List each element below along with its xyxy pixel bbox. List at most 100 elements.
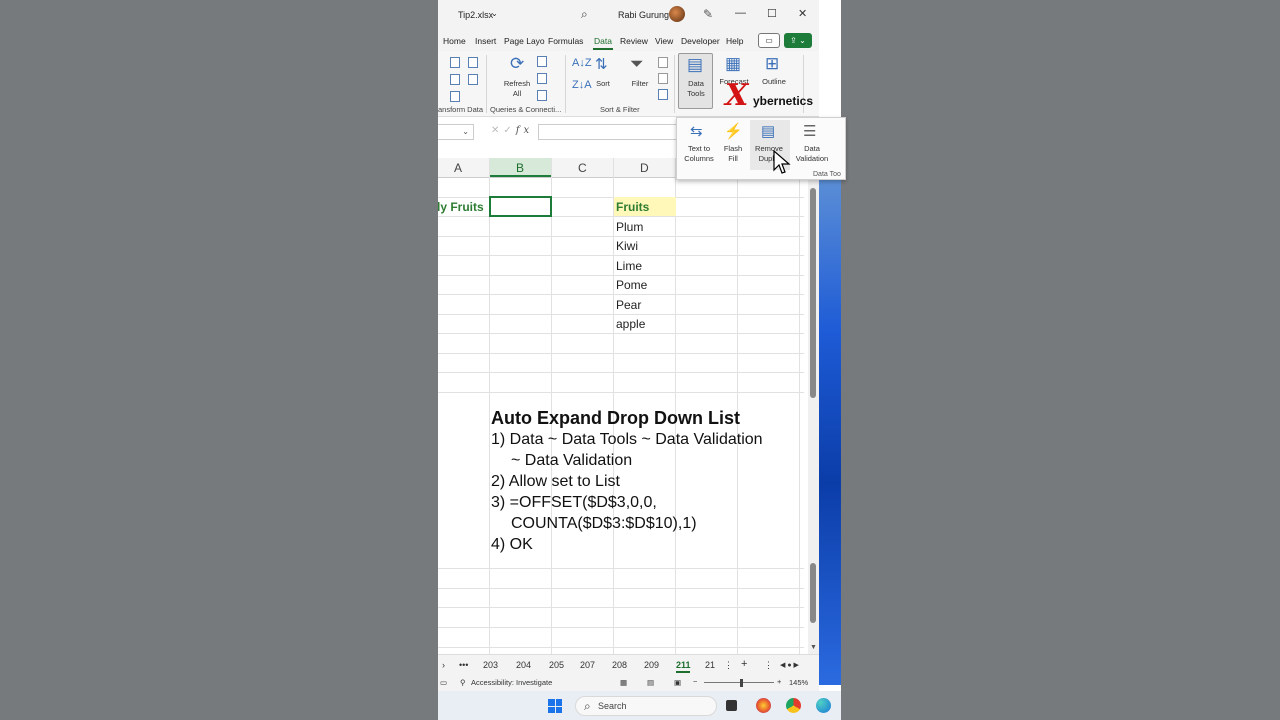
vertical-scrollbar[interactable]: ▼ [808,158,819,656]
minimize-icon[interactable]: — [735,7,746,19]
macro-icon[interactable]: ▭ [440,678,447,687]
flash-fill-icon[interactable]: ⚡ [724,122,743,140]
sheet-tab[interactable]: 203 [483,660,498,670]
flash-fill-button[interactable]: Flash Fill [720,144,746,164]
cell-d7[interactable]: Pear [616,298,641,312]
sheet-tab[interactable]: 209 [644,660,659,670]
existing-connections-icon[interactable] [450,91,460,102]
share-button[interactable]: ⇪ ⌄ [784,33,812,48]
recent-sources-icon[interactable] [468,74,478,85]
more-sheets-icon[interactable]: ••• [459,660,468,670]
filter-button[interactable]: Filter [627,79,653,89]
tab-review[interactable]: Review [620,36,648,46]
tab-home[interactable]: Home [443,36,466,46]
queries-icon[interactable] [537,56,547,67]
comments-button[interactable]: ▭ [758,33,780,48]
scrollbar-thumb-lower[interactable] [810,563,816,623]
name-box[interactable]: ⌄ [438,124,474,140]
sort-button[interactable]: Sort [591,79,615,89]
accessibility-status[interactable]: Accessibility: Investigate [471,678,552,687]
sheet-tab-active[interactable]: 211 [676,660,691,670]
reapply-icon[interactable] [658,73,668,84]
column-header-c[interactable]: C [578,161,587,175]
tab-insert[interactable]: Insert [475,36,496,46]
chevron-right-icon[interactable]: › [442,660,445,670]
data-validation-button[interactable]: Data Validation [790,144,834,164]
cell-a2[interactable]: ly Fruits [438,200,484,214]
normal-view-icon[interactable]: ▦ [620,678,627,687]
cell-d8[interactable]: apple [616,317,645,331]
text-to-columns-button[interactable]: Text to Columns [681,144,717,164]
file-name[interactable]: Tip2.xlsx [458,10,493,20]
tab-view[interactable]: View [655,36,673,46]
sort-za-icon[interactable]: Z↓A [572,79,592,91]
page-break-view-icon[interactable]: ▣ [674,678,681,687]
outline-icon[interactable]: ⊞ [765,54,779,74]
clear-filter-icon[interactable] [658,57,668,68]
edit-links-icon[interactable] [537,90,547,101]
zoom-in-icon[interactable]: + [777,677,781,686]
sheet-nav-icon[interactable]: ◀ ● ▶ [780,661,799,669]
search-icon[interactable]: ⌕ [581,7,588,22]
data-tools-button[interactable]: ▤ Data Tools [678,53,713,109]
tab-developer[interactable]: Developer [681,36,720,46]
refresh-all-button[interactable]: Refresh All [500,79,534,99]
close-icon[interactable]: ✕ [798,7,807,20]
remove-duplicates-icon[interactable]: ▤ [761,122,775,140]
column-header-b[interactable]: B [516,161,524,175]
more-options-icon[interactable]: ⋮ [764,660,773,671]
sheet-tab[interactable]: 205 [549,660,564,670]
avatar[interactable] [669,6,685,22]
zoom-slider-handle[interactable] [740,679,743,687]
user-name[interactable]: Rabi Gurung [618,10,669,20]
text-to-columns-icon[interactable]: ⇆ [690,122,703,140]
filter-icon[interactable]: ⏷ [630,54,644,74]
zoom-out-icon[interactable]: − [693,677,697,686]
sheet-tab[interactable]: 208 [612,660,627,670]
cell-d6[interactable]: Pome [616,278,647,292]
cell-d4[interactable]: Kiwi [616,239,638,253]
task-view-icon[interactable] [726,700,737,711]
sheet-tab[interactable]: 204 [516,660,531,670]
firefox-icon[interactable] [756,698,771,713]
more-options-icon[interactable]: ⋮ [724,660,733,671]
from-web-icon[interactable] [468,57,478,68]
zoom-level[interactable]: 145% [789,678,808,687]
forecast-icon[interactable]: ▦ [725,54,741,74]
tab-help[interactable]: Help [726,36,743,46]
tab-formulas[interactable]: Formulas [548,36,583,46]
column-header-a[interactable]: A [454,161,462,175]
maximize-icon[interactable]: ☐ [767,7,777,20]
sort-icon[interactable]: ⇅ [595,55,608,73]
add-sheet-button[interactable]: + [741,658,747,670]
data-validation-icon[interactable]: ☰ [803,122,816,140]
taskbar-search[interactable]: ⌕ Search [575,696,717,716]
edge-icon[interactable] [816,698,831,713]
from-table-icon[interactable] [450,74,460,85]
windows-start-icon[interactable] [548,699,562,713]
pen-icon[interactable]: ✎ [703,7,713,21]
column-header-d[interactable]: D [640,161,649,175]
tab-page-layout[interactable]: Page Layo [504,36,545,46]
cell-d5[interactable]: Lime [616,259,642,273]
tab-data[interactable]: Data [594,36,612,46]
spreadsheet-grid[interactable]: A B C D ly Fruits Fruits Plum Kiwi Lime … [438,158,806,656]
scroll-down-icon[interactable]: ▼ [810,644,817,651]
properties-icon[interactable] [537,73,547,84]
sheet-tab[interactable]: 21 [705,660,715,670]
fx-icon[interactable]: fx [516,125,533,136]
scrollbar-thumb[interactable] [810,188,816,398]
advanced-filter-icon[interactable] [658,89,668,100]
cell-d2[interactable]: Fruits [616,200,649,214]
chrome-icon[interactable] [786,698,801,713]
sheet-tab[interactable]: 207 [580,660,595,670]
selected-cell-b2[interactable] [489,196,552,217]
zoom-slider[interactable] [704,682,774,683]
cell-d3[interactable]: Plum [616,220,643,234]
chevron-down-icon[interactable]: ⌄ [491,9,498,18]
sort-az-icon[interactable]: A↓Z [572,57,592,69]
page-layout-view-icon[interactable]: ▤ [647,678,654,687]
refresh-all-icon[interactable]: ⟳ [510,54,524,74]
formula-input[interactable] [538,124,678,140]
accessibility-icon[interactable]: ⚲ [460,678,466,687]
